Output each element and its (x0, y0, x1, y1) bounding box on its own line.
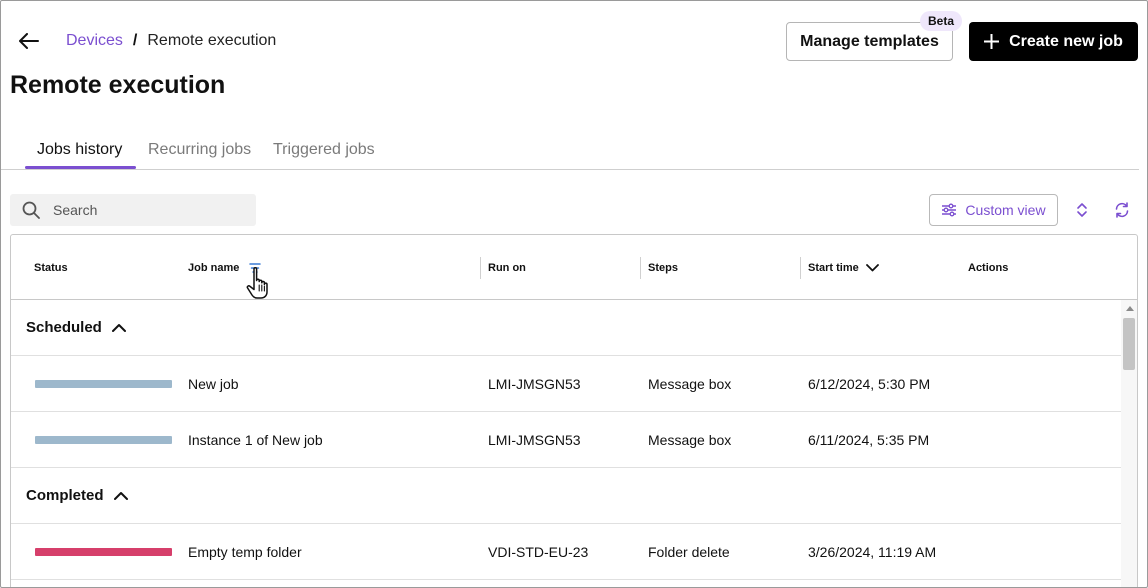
run-on-cell: LMI-JMSGN53 (488, 376, 581, 392)
table-header: Status Job name Run on Steps Start time … (11, 235, 1137, 300)
tab-bar: Jobs history Recurring jobs Triggered jo… (1, 131, 1139, 170)
beta-badge: Beta (920, 11, 963, 31)
create-new-job-label: Create new job (1009, 32, 1123, 50)
group-header-completed[interactable]: Completed (11, 468, 1121, 524)
sliders-icon (942, 203, 957, 217)
tab-triggered-jobs[interactable]: Triggered jobs (273, 141, 375, 159)
scroll-up-arrow-icon[interactable] (1126, 306, 1134, 311)
refresh-icon (1115, 202, 1129, 218)
table-row[interactable]: New job LMI-JMSGN53 Message box 6/12/202… (11, 356, 1121, 412)
status-indicator (35, 548, 172, 556)
status-indicator (35, 380, 172, 388)
chevron-down-icon (865, 264, 879, 272)
search-input[interactable]: Search (10, 194, 256, 226)
column-divider[interactable] (800, 257, 801, 279)
jobs-table: Status Job name Run on Steps Start time … (10, 234, 1138, 587)
status-indicator (35, 436, 172, 444)
breadcrumb-current: Remote execution (147, 32, 277, 49)
column-header-steps[interactable]: Steps (648, 262, 678, 274)
column-divider[interactable] (640, 257, 641, 279)
column-header-actions: Actions (968, 262, 1009, 274)
plus-icon (984, 34, 1000, 49)
steps-cell: Message box (648, 376, 732, 392)
expand-collapse-button[interactable] (1070, 198, 1094, 222)
back-button[interactable] (17, 29, 41, 53)
create-new-job-button[interactable]: Create new job (969, 22, 1138, 61)
steps-cell: Message box (648, 432, 732, 448)
breadcrumb: Devices / Remote execution (66, 32, 276, 50)
arrow-left-icon (19, 33, 39, 49)
start-time-cell: 6/12/2024, 5:30 PM (808, 376, 931, 392)
remote-execution-page: Devices / Remote execution Manage templa… (0, 0, 1148, 588)
table-row[interactable]: Empty temp folder VDI-STD-EU-23 Folder d… (11, 524, 1121, 580)
custom-view-label: Custom view (965, 202, 1046, 218)
breadcrumb-separator: / (132, 32, 138, 49)
search-icon (22, 201, 40, 219)
chevron-up-down-icon (1077, 203, 1087, 217)
breadcrumb-devices-link[interactable]: Devices (66, 32, 123, 50)
page-title: Remote execution (10, 71, 226, 99)
column-header-run-on[interactable]: Run on (488, 262, 526, 274)
group-label: Completed (26, 487, 104, 504)
active-tab-indicator (25, 166, 136, 169)
start-time-cell: 3/26/2024, 11:19 AM (808, 544, 937, 560)
start-time-header-label: Start time (808, 262, 859, 274)
vertical-scrollbar[interactable] (1121, 300, 1137, 587)
column-header-start-time[interactable]: Start time (808, 262, 879, 274)
table-row[interactable]: Instance 1 of New job LMI-JMSGN53 Messag… (11, 412, 1121, 468)
job-name-header-label: Job name (188, 262, 240, 274)
group-label: Scheduled (26, 319, 102, 336)
steps-cell: Folder delete (648, 544, 730, 560)
chevron-up-icon (113, 492, 128, 500)
search-placeholder: Search (53, 202, 98, 218)
start-time-cell: 6/11/2024, 5:35 PM (808, 432, 930, 448)
column-header-status[interactable]: Status (34, 262, 68, 274)
run-on-cell: VDI-STD-EU-23 (488, 544, 589, 560)
top-bar: Devices / Remote execution Manage templa… (1, 1, 1147, 81)
column-divider[interactable] (480, 257, 481, 279)
tab-jobs-history[interactable]: Jobs history (37, 141, 122, 159)
job-name-cell[interactable]: Empty temp folder (188, 544, 302, 560)
job-name-cell[interactable]: New job (188, 376, 239, 392)
chevron-up-icon (111, 324, 126, 332)
manage-templates-label: Manage templates (800, 32, 939, 50)
scrollbar-thumb[interactable] (1123, 318, 1135, 370)
job-name-cell[interactable]: Instance 1 of New job (188, 432, 323, 448)
hand-pointer-cursor-icon (246, 266, 268, 299)
tab-recurring-jobs[interactable]: Recurring jobs (148, 141, 251, 159)
refresh-button[interactable] (1110, 198, 1134, 222)
run-on-cell: LMI-JMSGN53 (488, 432, 581, 448)
group-header-scheduled[interactable]: Scheduled (11, 300, 1121, 356)
custom-view-button[interactable]: Custom view (929, 194, 1058, 226)
